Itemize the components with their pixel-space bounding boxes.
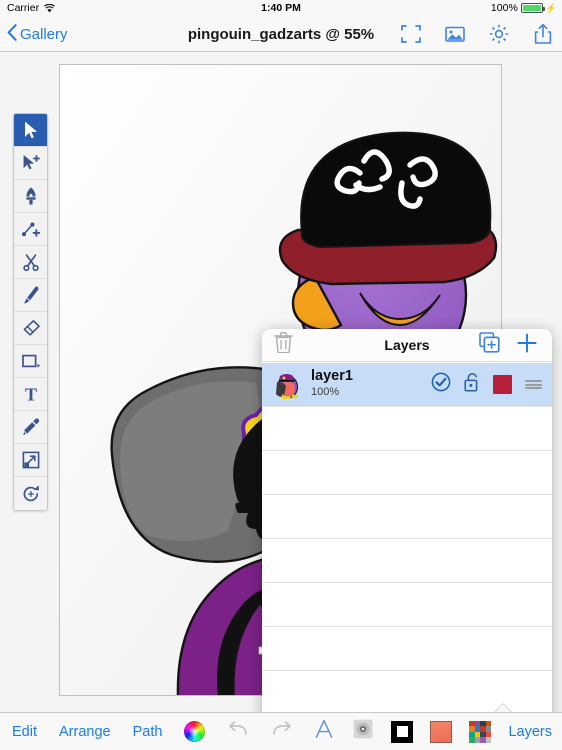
effects-icon[interactable] xyxy=(352,718,374,745)
fit-to-screen-icon[interactable] xyxy=(400,23,422,45)
brush-tool[interactable] xyxy=(14,279,47,312)
battery-percent-label: 100% xyxy=(490,2,518,14)
layer-info: layer1 100% xyxy=(311,368,431,399)
navigation-actions xyxy=(400,16,554,52)
app-root: Carrier 1:40 PM 100% ⚡ Gallery pingouin_… xyxy=(0,0,562,750)
rotate-tool[interactable] xyxy=(14,477,47,510)
color-wheel-button[interactable] xyxy=(184,721,206,742)
layers-panel[interactable]: Layers layer1 100% xyxy=(262,329,552,712)
layer-color-swatch[interactable] xyxy=(493,375,512,394)
undo-button[interactable] xyxy=(227,720,249,743)
layer-thumbnail xyxy=(272,370,302,400)
arrange-menu-button[interactable]: Arrange xyxy=(59,724,111,740)
text-tool[interactable]: T xyxy=(14,378,47,411)
gear-icon[interactable] xyxy=(488,23,510,45)
layers-panel-header: Layers xyxy=(262,329,552,362)
node-select-tool[interactable] xyxy=(14,147,47,180)
tool-palette[interactable]: T xyxy=(13,113,48,511)
selection-tool[interactable] xyxy=(14,114,47,147)
drag-handle-icon[interactable] xyxy=(525,380,542,389)
text-style-icon[interactable] xyxy=(313,718,335,745)
image-icon[interactable] xyxy=(444,23,466,45)
edit-menu-button[interactable]: Edit xyxy=(12,724,37,740)
pen-tool[interactable] xyxy=(14,180,47,213)
redo-button[interactable] xyxy=(271,720,293,743)
eyedropper-tool[interactable] xyxy=(14,411,47,444)
battery-full-icon xyxy=(520,3,545,13)
bottom-toolbar-left: Edit Arrange Path xyxy=(12,720,293,743)
charging-bolt-icon: ⚡ xyxy=(545,2,557,13)
palette-icon[interactable] xyxy=(469,720,492,743)
scissors-tool[interactable] xyxy=(14,246,47,279)
bottom-toolbar: Edit Arrange Path Layers xyxy=(0,712,562,750)
navigation-bar: Gallery pingouin_gadzarts @ 55% xyxy=(0,16,562,52)
status-bar: Carrier 1:40 PM 100% ⚡ xyxy=(0,0,562,16)
layer-row-empty[interactable] xyxy=(262,407,552,451)
trash-icon[interactable] xyxy=(274,332,293,358)
layer-controls xyxy=(431,372,542,397)
eraser-tool[interactable] xyxy=(14,312,47,345)
add-node-tool[interactable] xyxy=(14,213,47,246)
unlocked-icon[interactable] xyxy=(464,372,480,397)
scale-tool[interactable] xyxy=(14,444,47,477)
svg-text:T: T xyxy=(24,384,36,404)
layers-list[interactable]: layer1 100% xyxy=(262,363,552,712)
layer-name: layer1 xyxy=(311,368,353,385)
layers-toggle-button[interactable]: Layers xyxy=(508,724,552,740)
layer-row-empty[interactable] xyxy=(262,451,552,495)
path-menu-button[interactable]: Path xyxy=(133,724,163,740)
status-bar-time: 1:40 PM xyxy=(261,2,301,14)
duplicate-layer-icon[interactable] xyxy=(479,332,500,358)
share-icon[interactable] xyxy=(532,23,554,45)
layer-row-empty[interactable] xyxy=(262,495,552,539)
add-layer-icon[interactable] xyxy=(516,332,538,358)
check-circle-icon[interactable] xyxy=(431,372,451,397)
layers-panel-title: Layers xyxy=(384,337,430,353)
canvas-area[interactable]: T Layers layer1 100% xyxy=(0,53,562,712)
bottom-toolbar-right: Layers xyxy=(313,718,552,745)
layer-opacity: 100% xyxy=(311,386,340,399)
fill-stroke-icon[interactable] xyxy=(391,720,414,743)
shape-tool[interactable] xyxy=(14,345,47,378)
status-bar-right: 100% ⚡ xyxy=(491,2,557,14)
gradient-icon[interactable] xyxy=(430,720,453,743)
layer-row-empty[interactable] xyxy=(262,627,552,671)
layer-row[interactable]: layer1 100% xyxy=(262,363,552,407)
layer-row-empty[interactable] xyxy=(262,539,552,583)
layer-row-empty[interactable] xyxy=(262,583,552,627)
